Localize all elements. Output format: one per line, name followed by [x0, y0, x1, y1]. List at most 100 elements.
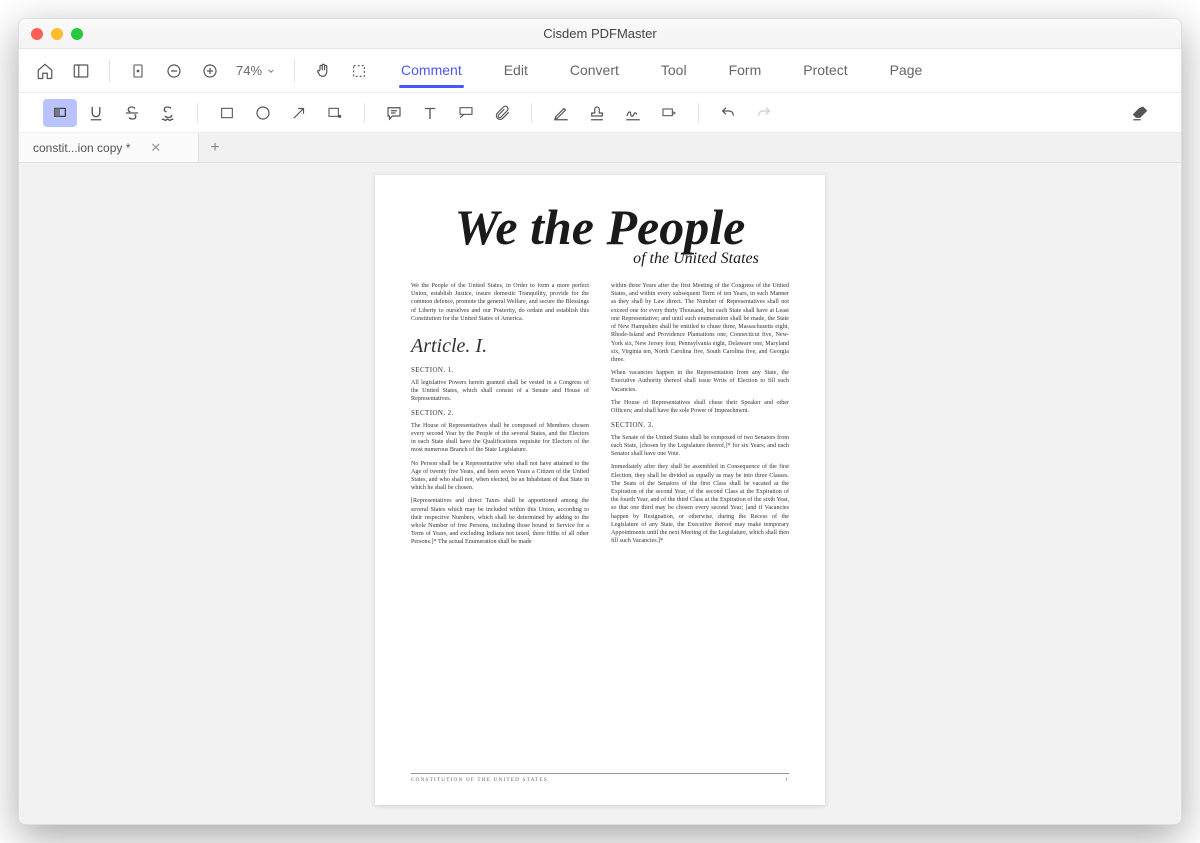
tab-page[interactable]: Page [888, 54, 925, 88]
footer-left: CONSTITUTION OF THE UNITED STATES [411, 777, 548, 783]
section-text: within three Years after the first Meeti… [611, 282, 789, 364]
toolbar-divider [197, 103, 198, 123]
rectangle-tool[interactable] [210, 99, 244, 127]
tab-protect[interactable]: Protect [801, 54, 849, 88]
link-tool[interactable] [652, 99, 686, 127]
undo-button[interactable] [711, 99, 745, 127]
freehand-shape-tool[interactable] [318, 99, 352, 127]
preamble-text: We the People of the United States, in O… [411, 282, 589, 323]
circle-tool[interactable] [246, 99, 280, 127]
arrow-icon [290, 104, 308, 122]
callout-tool[interactable] [449, 99, 483, 127]
note-tool[interactable] [377, 99, 411, 127]
zoom-value: 74% [236, 63, 262, 78]
fit-page-button[interactable] [122, 56, 154, 86]
column-right: within three Years after the first Meeti… [611, 282, 789, 773]
callout-icon [456, 105, 476, 121]
tab-tool[interactable]: Tool [659, 54, 689, 88]
toolbar-divider [531, 103, 532, 123]
footer-page-number: 1 [785, 777, 789, 783]
marquee-icon [351, 63, 367, 79]
strikethrough-tool[interactable] [115, 99, 149, 127]
document-title-main: We the People [411, 205, 789, 250]
app-window: Cisdem PDFMaster 74% Comme [18, 18, 1182, 825]
hand-icon [314, 62, 332, 80]
document-tab-strip: constit...ion copy * ✕ + [19, 133, 1181, 163]
signature-tool[interactable] [616, 99, 650, 127]
highlight-icon [51, 105, 69, 121]
minimize-window-button[interactable] [51, 28, 63, 40]
document-title-sub: of the United States [633, 250, 759, 268]
document-body: We the People of the United States, in O… [411, 282, 789, 773]
stamp-tool[interactable] [580, 99, 614, 127]
fit-page-icon [130, 62, 146, 80]
section-text: [Representatives and direct Taxes shall … [411, 497, 589, 546]
close-tab-button[interactable]: ✕ [150, 140, 161, 156]
tab-form[interactable]: Form [727, 54, 764, 88]
app-title: Cisdem PDFMaster [19, 26, 1181, 41]
zoom-out-button[interactable] [158, 56, 190, 86]
section-text: All legislative Powers herein granted sh… [411, 379, 589, 404]
home-button[interactable] [29, 56, 61, 86]
highlight-tool[interactable] [43, 99, 77, 127]
text-tool[interactable] [413, 99, 447, 127]
comment-toolbar [19, 93, 1181, 133]
paperclip-icon [493, 104, 511, 122]
pdf-page: We the People of the United States We th… [375, 175, 825, 805]
document-tab-label: constit...ion copy * [33, 141, 130, 155]
circle-icon [254, 104, 272, 122]
eraser-icon [1130, 104, 1150, 122]
zoom-in-icon [201, 62, 219, 80]
pencil-tool[interactable] [544, 99, 578, 127]
underline-tool[interactable] [79, 99, 113, 127]
toolbar-divider [364, 103, 365, 123]
select-tool-button[interactable] [343, 56, 375, 86]
squiggly-icon [159, 104, 177, 122]
section-heading: SECTION. 2. [411, 409, 589, 418]
section-text: No Person shall be a Representative who … [411, 460, 589, 493]
document-tab[interactable]: constit...ion copy * ✕ [19, 133, 199, 162]
tab-comment[interactable]: Comment [399, 54, 464, 88]
text-icon [421, 104, 439, 122]
pencil-icon [551, 104, 571, 122]
stamp-icon [587, 104, 607, 122]
squiggly-tool[interactable] [151, 99, 185, 127]
window-controls [19, 28, 83, 40]
redo-button [747, 99, 781, 127]
new-tab-button[interactable]: + [199, 133, 231, 162]
section-text: The Senate of the United States shall be… [611, 434, 789, 459]
article-heading: Article. I. [411, 333, 589, 360]
hand-tool-button[interactable] [307, 56, 339, 86]
underline-icon [87, 104, 105, 122]
maximize-window-button[interactable] [71, 28, 83, 40]
redo-icon [755, 105, 773, 121]
zoom-dropdown[interactable]: 74% [230, 63, 282, 78]
section-text: Immediately after they shall be assemble… [611, 463, 789, 545]
close-window-button[interactable] [31, 28, 43, 40]
toolbar-divider [294, 60, 295, 82]
section-heading: SECTION. 1. [411, 366, 589, 375]
signature-icon [622, 104, 644, 122]
home-icon [36, 62, 54, 80]
menu-tabs: Comment Edit Convert Tool Form Protect P… [399, 54, 924, 88]
section-text: The House of Representatives shall chuse… [611, 399, 789, 415]
eraser-tool[interactable] [1123, 99, 1157, 127]
sidebar-toggle-button[interactable] [65, 56, 97, 86]
document-viewport[interactable]: We the People of the United States We th… [19, 163, 1181, 824]
toolbar-divider [109, 60, 110, 82]
section-text: When vacancies happen in the Representat… [611, 369, 789, 394]
zoom-in-button[interactable] [194, 56, 226, 86]
toolbar-divider [698, 103, 699, 123]
titlebar: Cisdem PDFMaster [19, 19, 1181, 49]
arrow-tool[interactable] [282, 99, 316, 127]
document-header: We the People of the United States [411, 205, 789, 268]
note-icon [385, 104, 403, 122]
tab-edit[interactable]: Edit [502, 54, 530, 88]
zoom-out-icon [165, 62, 183, 80]
chevron-down-icon [266, 66, 276, 76]
column-left: We the People of the United States, in O… [411, 282, 589, 773]
page-footer: CONSTITUTION OF THE UNITED STATES 1 [411, 773, 789, 783]
tab-convert[interactable]: Convert [568, 54, 621, 88]
attachment-tool[interactable] [485, 99, 519, 127]
rectangle-icon [218, 105, 236, 121]
